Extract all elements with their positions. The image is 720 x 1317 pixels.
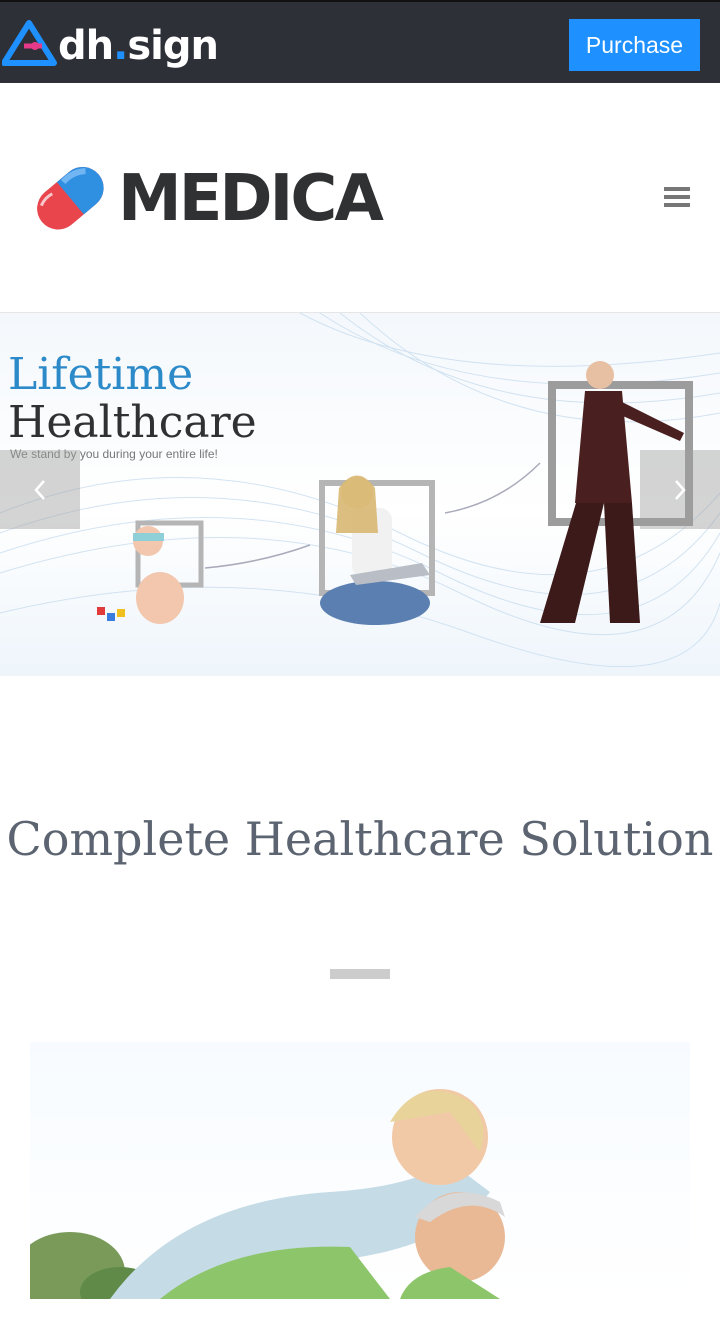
dhsign-triangle-icon [2, 20, 57, 66]
promo-bar: dh.sign Purchase [0, 0, 720, 83]
slide-title-line2: Healthcare [8, 397, 257, 448]
section-title: Complete Healthcare Solution [6, 812, 714, 866]
purchase-button[interactable]: Purchase [569, 19, 700, 71]
slide-title-line1: Lifetime [8, 349, 194, 400]
site-header: MEDICA [0, 83, 720, 313]
couple-photo-art [30, 1089, 505, 1299]
hero-slider: Lifetime Healthcare We stand by you duri… [0, 313, 720, 676]
dhsign-logo[interactable]: dh.sign [2, 18, 219, 74]
couple-photo [30, 1042, 690, 1299]
slider-prev-button[interactable] [0, 450, 80, 529]
chevron-left-icon [34, 479, 45, 500]
pill-logo-icon [37, 166, 104, 230]
hamburger-menu-icon[interactable] [664, 187, 690, 209]
slider-next-button[interactable] [640, 450, 720, 529]
dhsign-wordmark: dh.sign [58, 23, 219, 69]
chevron-right-icon [675, 479, 686, 500]
medica-wordmark: MEDICA [118, 162, 384, 236]
medica-logo[interactable]: MEDICA [30, 157, 410, 241]
section-divider [330, 969, 390, 979]
